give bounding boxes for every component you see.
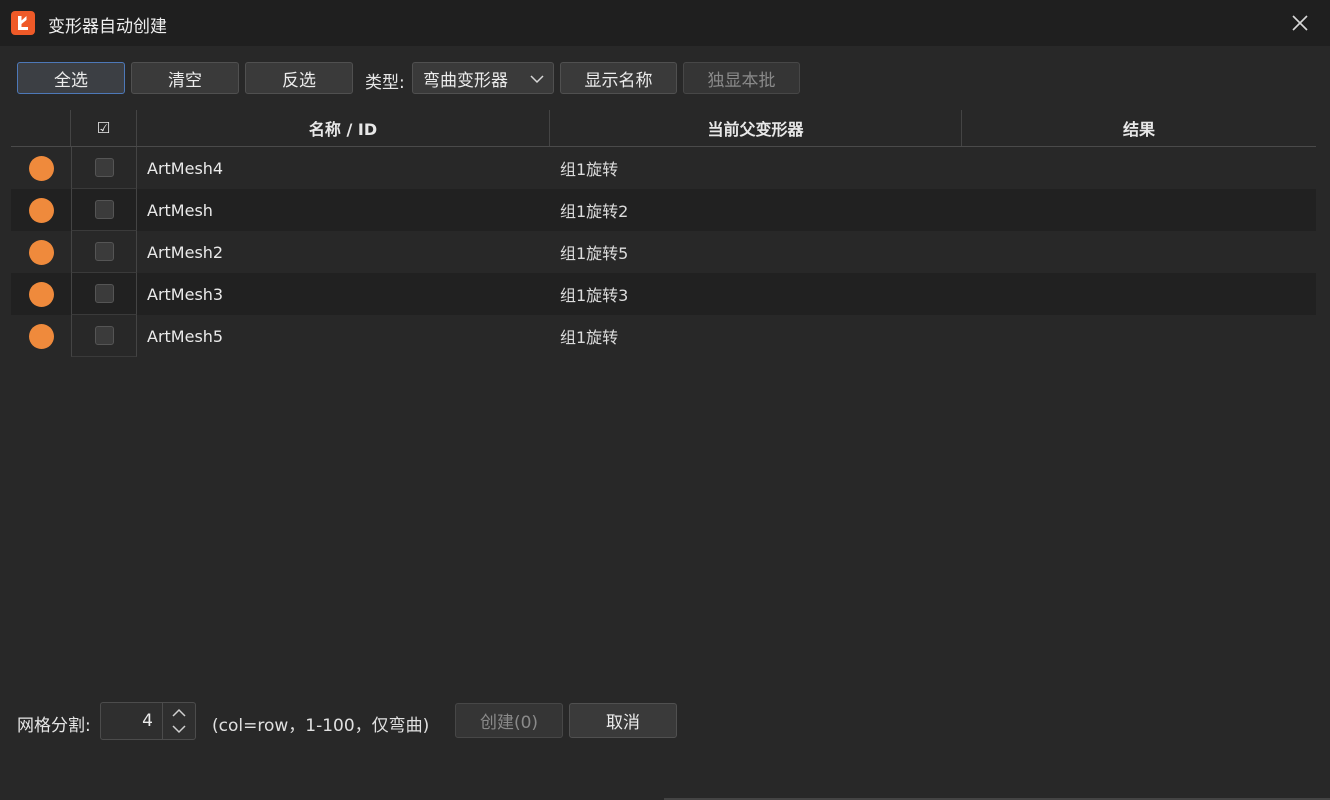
grid-split-hint: (col=row，1-100，仅弯曲) <box>212 716 430 736</box>
stepper-arrows[interactable] <box>162 703 195 739</box>
row-parent: 组1旋转5 <box>560 244 629 263</box>
table-header: ☑ 名称 / ID 当前父变形器 结果 <box>11 110 1316 147</box>
window-title: 变形器自动创建 <box>48 17 167 37</box>
header-result[interactable]: 结果 <box>962 110 1316 146</box>
row-parent: 组1旋转2 <box>560 202 629 221</box>
toolbar: 全选 清空 反选 类型: 弯曲变形器 显示名称 独显本批 <box>17 62 1317 96</box>
row-parent: 组1旋转3 <box>560 286 629 305</box>
row-parent: 组1旋转 <box>560 328 619 347</box>
header-parent[interactable]: 当前父变形器 <box>550 110 962 146</box>
row-checkbox[interactable] <box>94 158 114 177</box>
row-result <box>962 231 1316 273</box>
status-dot-icon <box>28 197 54 223</box>
clear-button[interactable]: 清空 <box>131 62 239 94</box>
create-button[interactable]: 创建(0) <box>455 703 563 738</box>
footer-bar: 网格分割: 4 (col=row，1-100，仅弯曲) 创建(0) 取消 <box>17 702 717 740</box>
grid-split-label: 网格分割: <box>17 716 91 736</box>
row-result <box>962 315 1316 357</box>
chevron-down-icon <box>530 75 544 84</box>
row-parent: 组1旋转 <box>560 160 619 179</box>
type-label: 类型: <box>365 73 405 93</box>
row-name: ArtMesh2 <box>147 242 224 262</box>
solo-batch-button[interactable]: 独显本批 <box>683 62 800 94</box>
header-name[interactable]: 名称 / ID <box>137 110 550 146</box>
type-dropdown-value: 弯曲变形器 <box>423 70 508 91</box>
status-dot-icon <box>28 155 54 181</box>
close-button[interactable] <box>1288 11 1312 35</box>
header-check-all[interactable]: ☑ <box>71 110 137 146</box>
row-name: ArtMesh5 <box>147 326 224 346</box>
type-dropdown[interactable]: 弯曲变形器 <box>412 62 554 94</box>
row-name: ArtMesh3 <box>147 284 224 304</box>
table-row[interactable]: ArtMesh3 组1旋转3 <box>11 273 1316 315</box>
status-dot-icon <box>28 239 54 265</box>
row-result <box>962 189 1316 231</box>
chevron-down-icon[interactable] <box>164 720 194 738</box>
row-name: ArtMesh4 <box>147 158 224 178</box>
header-status <box>11 110 71 146</box>
row-checkbox[interactable] <box>94 284 114 303</box>
grid-split-stepper[interactable]: 4 <box>100 702 196 740</box>
table-row[interactable]: ArtMesh 组1旋转2 <box>11 189 1316 231</box>
row-checkbox[interactable] <box>94 200 114 219</box>
row-result <box>962 147 1316 189</box>
row-checkbox[interactable] <box>94 326 114 345</box>
table-row[interactable]: ArtMesh5 组1旋转 <box>11 315 1316 357</box>
show-name-button[interactable]: 显示名称 <box>560 62 677 94</box>
title-bar: 变形器自动创建 <box>0 0 1330 46</box>
cancel-button[interactable]: 取消 <box>569 703 677 738</box>
grid-split-value[interactable]: 4 <box>142 711 153 731</box>
row-checkbox[interactable] <box>94 242 114 261</box>
status-dot-icon <box>28 281 54 307</box>
table-row[interactable]: ArtMesh2 组1旋转5 <box>11 231 1316 273</box>
header-check-glyph: ☑ <box>96 119 111 137</box>
invert-selection-button[interactable]: 反选 <box>245 62 353 94</box>
app-logo-icon <box>11 11 35 35</box>
mesh-table: ☑ 名称 / ID 当前父变形器 结果 ArtMesh4 组1旋转 ArtMes… <box>11 110 1316 357</box>
table-row[interactable]: ArtMesh4 组1旋转 <box>11 147 1316 189</box>
close-icon <box>1292 15 1308 31</box>
select-all-button[interactable]: 全选 <box>17 62 125 94</box>
status-dot-icon <box>28 323 54 349</box>
row-name: ArtMesh <box>147 200 213 220</box>
row-result <box>962 273 1316 315</box>
